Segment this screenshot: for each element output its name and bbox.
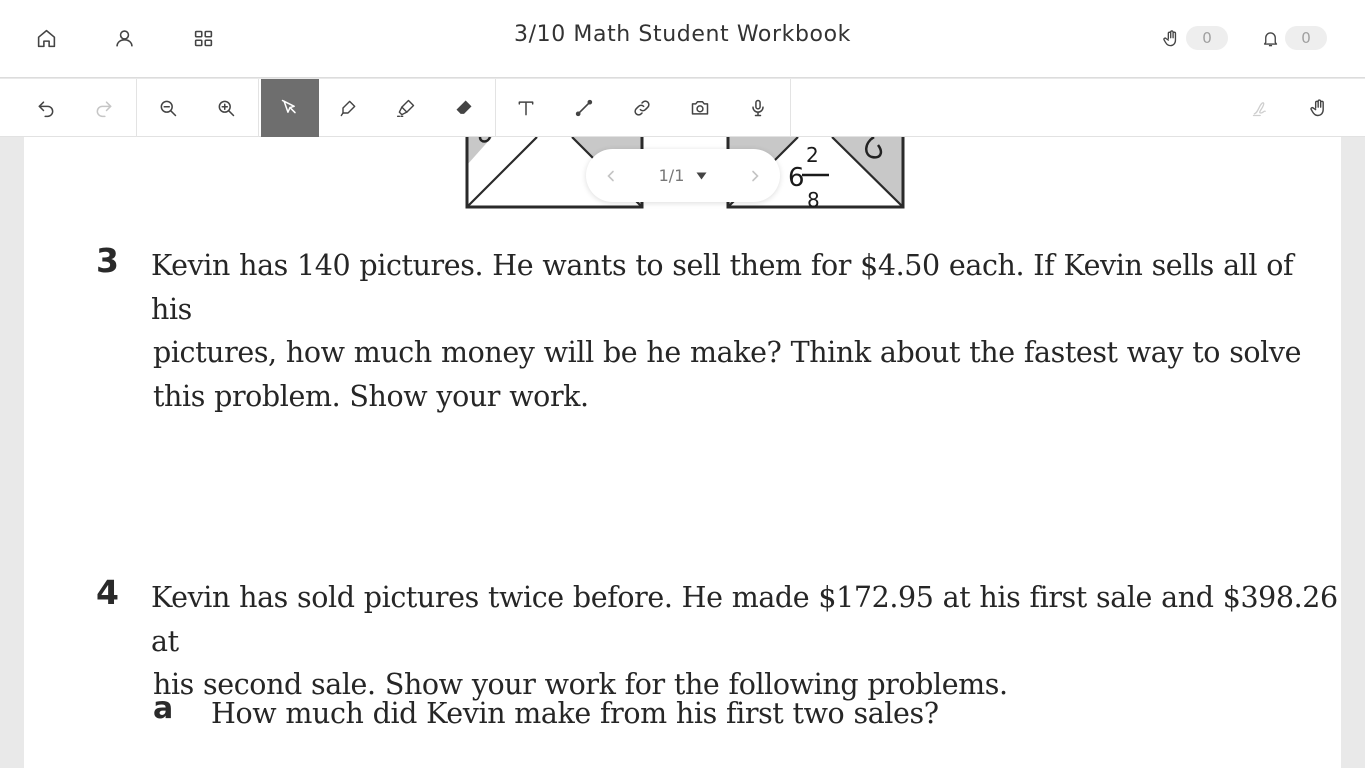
zoom-in-button[interactable] (198, 79, 254, 137)
highlighter-tool-button[interactable] (378, 79, 434, 137)
redo-icon (96, 101, 112, 118)
hand-raise-count: 0 (1186, 26, 1228, 50)
signature-tool-button[interactable] (1233, 79, 1289, 137)
hand-pan-icon (1310, 99, 1324, 117)
text-icon (518, 101, 534, 116)
notification-count: 0 (1285, 26, 1327, 50)
question-3-number: 3 (96, 241, 119, 280)
eraser-tool-button[interactable] (436, 79, 492, 137)
caret-down-icon (696, 172, 707, 179)
handwritten-whole-number: 6 (788, 163, 805, 193)
zoom-in-icon (218, 100, 235, 117)
apps-grid-icon[interactable] (186, 22, 220, 54)
zoom-out-button[interactable] (140, 79, 196, 137)
pan-tool-button[interactable] (1291, 79, 1347, 137)
top-header: 3/10 Math Student Workbook 0 0 (0, 0, 1365, 78)
previous-page-button[interactable] (586, 149, 636, 202)
undo-button[interactable] (18, 79, 74, 137)
question-4a-text: How much did Kevin make from his first t… (211, 697, 939, 730)
question-3-line: this problem. Show your work. (153, 379, 589, 413)
highlighter-icon (396, 99, 415, 118)
pen-icon (340, 100, 356, 117)
annotation-toolbar (0, 79, 1365, 137)
question-3-line: pictures, how much money will be he make… (153, 336, 1302, 369)
worksheet-page[interactable]: 6 2 8 3 Kevin has 140 pictures. He wants… (24, 137, 1341, 768)
home-icon[interactable] (29, 22, 63, 54)
page-indicator: 1/1 (658, 166, 685, 185)
question-3-text: Kevin has 140 pictures. He wants to sell… (151, 244, 1341, 418)
question-4-text: Kevin has sold pictures twice before. He… (151, 576, 1341, 707)
zoom-out-icon (160, 100, 177, 117)
signature-icon (1252, 102, 1266, 117)
profile-icon[interactable] (107, 22, 141, 54)
line-icon (575, 99, 593, 117)
camera-icon (691, 101, 709, 115)
undo-icon (38, 101, 54, 118)
handwritten-mixed-number: 6 2 8 (788, 143, 829, 212)
page-navigator: 1/1 (586, 149, 780, 202)
bell-icon (1263, 31, 1278, 46)
chevron-right-icon (752, 170, 759, 181)
select-tool-button[interactable] (261, 79, 319, 137)
text-tool-button[interactable] (498, 79, 554, 137)
handwritten-denominator: 8 (807, 188, 820, 212)
link-tool-button[interactable] (614, 79, 670, 137)
question-4-line: Kevin has sold pictures twice before. He… (151, 581, 1338, 658)
notifications-counter[interactable]: 0 (1261, 26, 1327, 50)
hand-raise-counter[interactable]: 0 (1162, 26, 1228, 50)
link-icon (634, 100, 650, 116)
camera-tool-button[interactable] (672, 79, 728, 137)
chevron-left-icon (607, 170, 614, 181)
page-select-dropdown[interactable]: 1/1 (636, 166, 730, 185)
microphone-icon (752, 99, 764, 117)
question-3-line: Kevin has 140 pictures. He wants to sell… (151, 249, 1294, 326)
select-cursor-icon (281, 99, 296, 114)
pen-tool-button[interactable] (320, 79, 376, 137)
eraser-icon (456, 100, 472, 114)
handwritten-numerator: 2 (806, 143, 819, 167)
raise-hand-icon (1163, 29, 1177, 46)
line-tool-button[interactable] (556, 79, 612, 137)
audio-tool-button[interactable] (730, 79, 786, 137)
question-4-number: 4 (96, 573, 119, 612)
next-page-button[interactable] (730, 149, 780, 202)
question-4a-letter: a (153, 691, 174, 726)
redo-button[interactable] (76, 79, 132, 137)
